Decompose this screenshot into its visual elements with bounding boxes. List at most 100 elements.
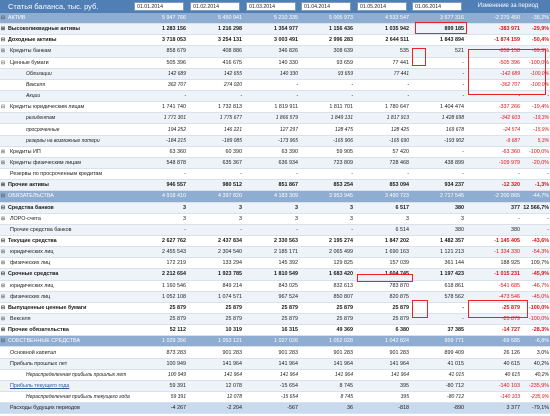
expand-toggle-icon[interactable]: ⊞ [0, 180, 6, 191]
value-cell: 1 866 579 [275, 115, 298, 122]
expand-toggle-icon[interactable]: ⊞ [0, 214, 6, 225]
value-cell: 169 678 [445, 126, 464, 133]
change-abs-cell: -1 874 159 [494, 37, 520, 44]
expand-toggle-icon[interactable]: ⊞ [0, 158, 6, 169]
value-cell: 25 879 [169, 316, 187, 323]
value-cell: 850 807 [333, 293, 354, 300]
row-label[interactable]: Прибыль текущего года [10, 381, 138, 392]
value-cell: 851 867 [278, 182, 299, 189]
value-cell: 1 923 785 [218, 271, 242, 278]
value-cell: 1 741 740 [162, 104, 186, 111]
value-cell: -4 267 [170, 405, 186, 412]
value-cell: 873 283 [166, 349, 187, 356]
expand-toggle-icon[interactable]: ⊟ [0, 336, 6, 347]
value-cell: 5 210 335 [274, 15, 298, 21]
expand-toggle-icon[interactable]: ⊟ [0, 102, 6, 113]
value-cell: 849 214 [222, 282, 243, 289]
expand-toggle-icon[interactable]: ⊟ [0, 236, 6, 247]
date-picker-3[interactable]: 01.03.2014 [246, 2, 296, 11]
value-cell: - [296, 171, 298, 178]
value-cell: -2 204 [226, 405, 242, 412]
value-cell: 1 053 121 [218, 338, 242, 345]
value-cell: 146 221 [223, 126, 242, 133]
value-cell: -567 [287, 405, 298, 412]
value-cell: -165 906 [333, 137, 353, 144]
table-row: ⊞ Высоколиквидные активы 1 283 156 1 216 29… [0, 24, 550, 36]
value-cell: 93 659 [336, 59, 354, 66]
date-picker-2[interactable]: 01.02.2014 [190, 2, 240, 11]
row-label: Векселя [10, 316, 31, 323]
value-cell: 25 879 [392, 304, 410, 311]
value-cell: 5 005 973 [329, 15, 353, 21]
expand-toggle-icon[interactable]: ⊟ [0, 13, 6, 24]
row-label: физических лиц [10, 260, 51, 267]
expand-toggle-icon[interactable]: ⊞ [0, 24, 6, 35]
change-pct-cell: -19,3% [533, 115, 549, 122]
value-cell: 77 441 [392, 59, 410, 66]
value-cell: -184 215 [166, 137, 186, 144]
table-row: ⊞ юридических лиц 2 455 543 2 304 540 2 185 … [0, 247, 550, 259]
value-cell: 63 390 [281, 148, 299, 155]
value-cell: - [462, 93, 464, 100]
value-cell: 438 899 [444, 159, 465, 166]
value-cell: 1 074 571 [218, 293, 242, 300]
table-row: ⊞ Прочие обязательства 52 112 10 319 16 315 4… [0, 325, 550, 337]
expand-toggle-icon[interactable]: ⊟ [0, 191, 6, 202]
value-cell: 3 [406, 215, 409, 222]
row-label: Резервы по просроченным кредитам [10, 171, 103, 178]
expand-toggle-icon[interactable]: ⊞ [0, 46, 6, 57]
table-row: ⊞ Векселя 25 879 25 879 25 879 25 879 25 879 - -… [0, 314, 550, 326]
table-row: Акции - - - - - - - - [0, 91, 550, 103]
value-cell: 843 025 [278, 282, 299, 289]
value-cell: 4 397 820 [218, 193, 242, 200]
change-pct-cell: -1,3% [534, 182, 549, 189]
value-cell: 967 524 [278, 293, 299, 300]
change-abs-cell: - [518, 171, 520, 178]
change-abs-cell: - [518, 93, 520, 100]
expand-toggle-icon[interactable]: ⊞ [0, 325, 6, 336]
change-abs-cell: -140 103 [500, 394, 520, 401]
date-picker-1[interactable]: 01.01.2014 [134, 2, 184, 11]
value-cell: - [240, 93, 242, 100]
value-cell: 832 613 [333, 282, 354, 289]
value-cell: 12 078 [226, 394, 242, 401]
change-pct-cell: -45,0% [531, 293, 549, 300]
table-row: Векселя 362 707 274 020- - - - -362 707 -100,0% [0, 80, 550, 92]
value-cell: 25 879 [225, 316, 243, 323]
value-cell: 60 390 [225, 148, 243, 155]
expand-toggle-icon[interactable]: ⊞ [0, 247, 6, 258]
date-picker-5[interactable]: 01.05.2014 [357, 2, 407, 11]
expand-toggle-icon[interactable]: ⊟ [0, 303, 6, 314]
value-cell: 858 679 [166, 48, 187, 55]
value-cell: - [462, 304, 464, 311]
value-cell: 141 964 [223, 371, 242, 378]
date-picker-6[interactable]: 01.06.2014 [412, 2, 462, 11]
value-cell: 899 409 [444, 349, 465, 356]
change-abs-cell: -1 145 405 [494, 238, 520, 244]
date-picker-4[interactable]: 01.04.2014 [301, 2, 351, 11]
value-cell: 3 [239, 215, 242, 222]
value-cell: 1 817 913 [386, 115, 409, 122]
change-pct-cell: -15,9% [533, 126, 549, 133]
expand-toggle-icon[interactable]: ⊞ [0, 314, 6, 325]
change-abs-cell: -25 879 [501, 316, 520, 323]
change-abs-cell: -541 685 [498, 282, 520, 289]
value-cell: - [351, 171, 353, 178]
change-abs-cell: -383 971 [498, 26, 520, 33]
expand-toggle-icon[interactable]: ⊞ [0, 258, 6, 269]
value-cell: 1 732 813 [218, 104, 242, 111]
change-abs-cell: 188 925 [500, 260, 521, 267]
expand-toggle-icon[interactable]: ⊟ [0, 203, 6, 214]
expand-toggle-icon[interactable]: ⊟ [0, 35, 6, 46]
change-pct-cell: -235,9% [528, 382, 549, 389]
value-cell: -818 [398, 405, 409, 412]
expand-toggle-icon[interactable]: ⊟ [0, 269, 6, 280]
expand-toggle-icon[interactable]: ⊞ [0, 147, 6, 158]
change-pct-cell: -50,4% [531, 37, 549, 44]
expand-toggle-icon[interactable]: ⊟ [0, 58, 6, 69]
value-cell: 25 879 [392, 316, 410, 323]
expand-toggle-icon[interactable]: ⊞ [0, 292, 6, 303]
balance-sheet-table: Статья баланса, тыс. руб. 01.01.2014 01.… [0, 0, 550, 416]
expand-toggle-icon[interactable]: ⊞ [0, 281, 6, 292]
value-cell: 1 160 546 [162, 282, 186, 289]
